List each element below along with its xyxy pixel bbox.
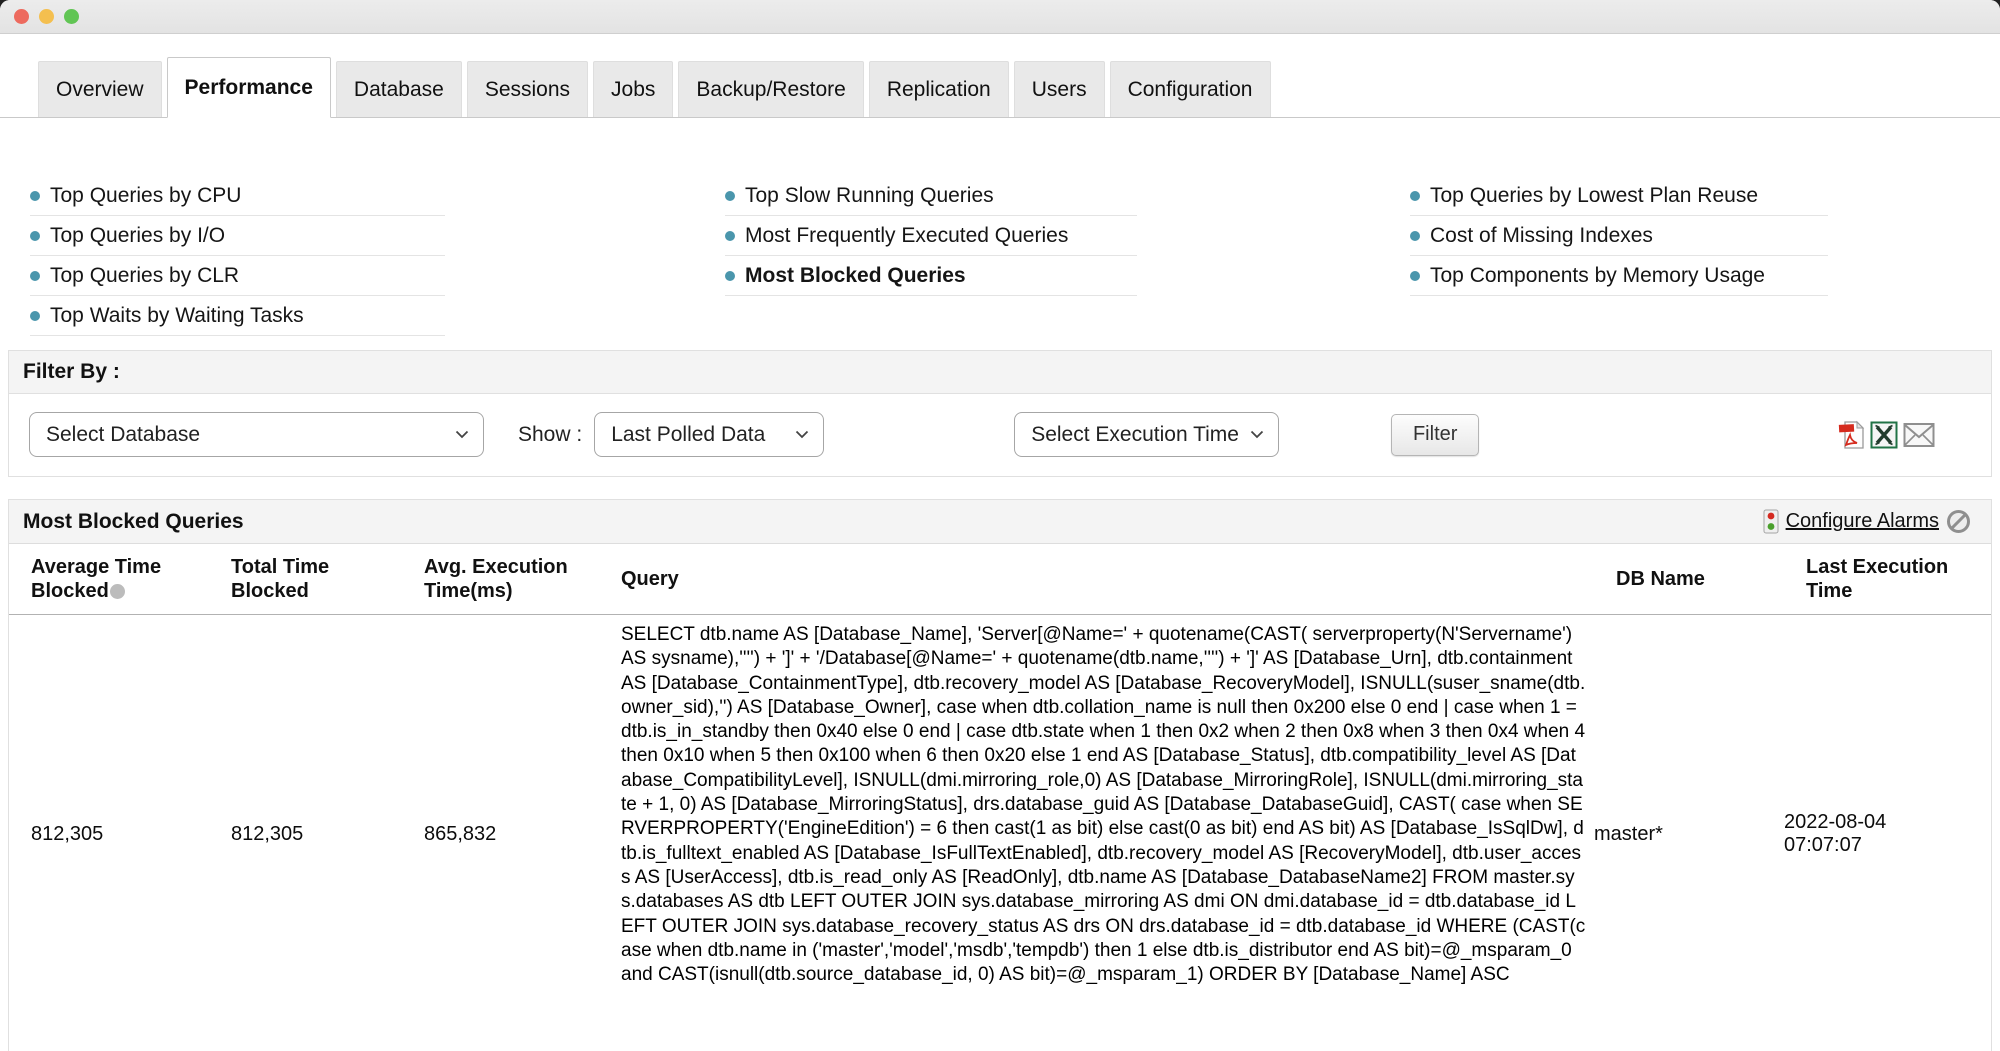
link-label: Top Queries by Lowest Plan Reuse: [1430, 184, 1758, 208]
bullet-icon: [1410, 191, 1420, 201]
cell-last-execution-time: 2022-08-04 07:07:07: [1776, 811, 1977, 857]
link-label: Top Queries by CPU: [50, 184, 241, 208]
chevron-down-icon: [1250, 430, 1264, 439]
minimize-window-icon[interactable]: [39, 9, 54, 24]
cell-total-time-blocked: 812,305: [223, 823, 416, 846]
link-top-queries-by-cpu[interactable]: Top Queries by CPU: [30, 176, 445, 216]
most-blocked-queries-section: Most Blocked Queries Configure Alarms Av…: [8, 499, 1992, 1051]
alarm-actions: Configure Alarms: [1763, 509, 1971, 534]
pdf-icon-graphic: [1838, 420, 1865, 450]
link-top-queries-by-io[interactable]: Top Queries by I/O: [30, 216, 445, 256]
link-top-queries-by-lowest-plan-reuse[interactable]: Top Queries by Lowest Plan Reuse: [1410, 176, 1828, 216]
bullet-icon: [1410, 271, 1420, 281]
execution-time-select[interactable]: Select Execution Time: [1014, 412, 1279, 457]
header-avg-execution-time: Avg. Execution Time(ms): [416, 555, 613, 603]
filter-section: Filter By : Select Database Show : Last …: [8, 350, 1992, 477]
bullet-icon: [1410, 231, 1420, 241]
email-icon-graphic: [1903, 422, 1935, 448]
link-most-frequently-executed-queries[interactable]: Most Frequently Executed Queries: [725, 216, 1137, 256]
tab-overview[interactable]: Overview: [38, 61, 162, 117]
link-top-components-by-memory-usage[interactable]: Top Components by Memory Usage: [1410, 256, 1828, 296]
link-label: Top Queries by I/O: [50, 224, 225, 248]
link-top-slow-running-queries[interactable]: Top Slow Running Queries: [725, 176, 1137, 216]
filter-controls-row: Select Database Show : Last Polled Data …: [9, 394, 1991, 476]
cell-avg-execution-time: 865,832: [416, 823, 613, 846]
bullet-icon: [725, 231, 735, 241]
link-label: Top Slow Running Queries: [745, 184, 994, 208]
header-db-name: DB Name: [1586, 567, 1776, 591]
performance-quick-links: Top Queries by CPU Top Queries by I/O To…: [0, 176, 2000, 336]
link-label: Cost of Missing Indexes: [1430, 224, 1653, 248]
bullet-icon: [30, 191, 40, 201]
table-title: Most Blocked Queries: [23, 510, 244, 534]
close-window-icon[interactable]: [14, 9, 29, 24]
database-select[interactable]: Select Database: [29, 412, 484, 457]
table-header-row: Average Time Blocked Total Time Blocked …: [9, 544, 1991, 615]
bullet-icon: [725, 191, 735, 201]
window-controls: [14, 9, 79, 24]
app-window: Overview Performance Database Sessions J…: [0, 0, 2000, 1051]
disable-alarms-icon[interactable]: [1946, 509, 1971, 534]
export-icons: [1838, 420, 1935, 450]
tab-jobs[interactable]: Jobs: [593, 61, 673, 117]
execution-time-select-value: Select Execution Time: [1031, 423, 1239, 447]
chevron-down-icon: [795, 430, 809, 439]
quick-links-column-3: Top Queries by Lowest Plan Reuse Cost of…: [1410, 176, 1828, 336]
filter-by-label: Filter By :: [23, 360, 120, 384]
link-label: Most Blocked Queries: [745, 264, 966, 288]
show-select-value: Last Polled Data: [611, 423, 765, 447]
email-export-icon[interactable]: [1903, 422, 1935, 448]
table-row: 812,305 812,305 865,832 SELECT dtb.name …: [9, 615, 1991, 1051]
tab-performance[interactable]: Performance: [167, 57, 331, 118]
window-titlebar: [0, 0, 2000, 34]
link-label: Top Components by Memory Usage: [1430, 264, 1765, 288]
bullet-icon: [30, 311, 40, 321]
cell-db-name: master*: [1586, 823, 1776, 846]
link-cost-of-missing-indexes[interactable]: Cost of Missing Indexes: [1410, 216, 1828, 256]
bullet-icon: [725, 271, 735, 281]
show-select[interactable]: Last Polled Data: [594, 412, 824, 457]
filter-button[interactable]: Filter: [1391, 414, 1479, 456]
link-top-queries-by-clr[interactable]: Top Queries by CLR: [30, 256, 445, 296]
cell-average-time-blocked: 812,305: [23, 823, 223, 846]
link-label: Most Frequently Executed Queries: [745, 224, 1068, 248]
tab-users[interactable]: Users: [1014, 61, 1105, 117]
link-top-waits-by-waiting-tasks[interactable]: Top Waits by Waiting Tasks: [30, 296, 445, 336]
link-most-blocked-queries[interactable]: Most Blocked Queries: [725, 256, 1137, 296]
show-label: Show :: [518, 423, 582, 447]
tab-configuration[interactable]: Configuration: [1110, 61, 1271, 117]
header-query: Query: [613, 567, 1586, 591]
chevron-down-icon: [455, 430, 469, 439]
pdf-export-icon[interactable]: [1838, 420, 1865, 450]
tab-database[interactable]: Database: [336, 61, 462, 117]
info-dot-icon: [110, 584, 125, 599]
tab-backup-restore[interactable]: Backup/Restore: [678, 61, 863, 117]
filter-by-header: Filter By :: [9, 351, 1991, 394]
tab-sessions[interactable]: Sessions: [467, 61, 588, 117]
bullet-icon: [30, 231, 40, 241]
table-title-bar: Most Blocked Queries Configure Alarms: [9, 500, 1991, 544]
excel-icon-graphic: [1870, 421, 1898, 449]
link-label: Top Waits by Waiting Tasks: [50, 304, 304, 328]
database-select-value: Select Database: [46, 423, 200, 447]
alarm-status-icon: [1763, 509, 1779, 534]
tab-replication[interactable]: Replication: [869, 61, 1009, 117]
tab-bar: Overview Performance Database Sessions J…: [0, 34, 2000, 118]
header-average-time-blocked: Average Time Blocked: [23, 555, 223, 603]
bullet-icon: [30, 271, 40, 281]
quick-links-column-2: Top Slow Running Queries Most Frequently…: [725, 176, 1137, 336]
zoom-window-icon[interactable]: [64, 9, 79, 24]
header-last-execution-time: Last Execution Time: [1776, 555, 1977, 603]
cell-query-text: SELECT dtb.name AS [Database_Name], 'Ser…: [613, 615, 1586, 995]
link-label: Top Queries by CLR: [50, 264, 239, 288]
excel-export-icon[interactable]: [1870, 421, 1898, 449]
quick-links-column-1: Top Queries by CPU Top Queries by I/O To…: [30, 176, 445, 336]
configure-alarms-link[interactable]: Configure Alarms: [1786, 510, 1939, 533]
header-total-time-blocked: Total Time Blocked: [223, 555, 416, 603]
